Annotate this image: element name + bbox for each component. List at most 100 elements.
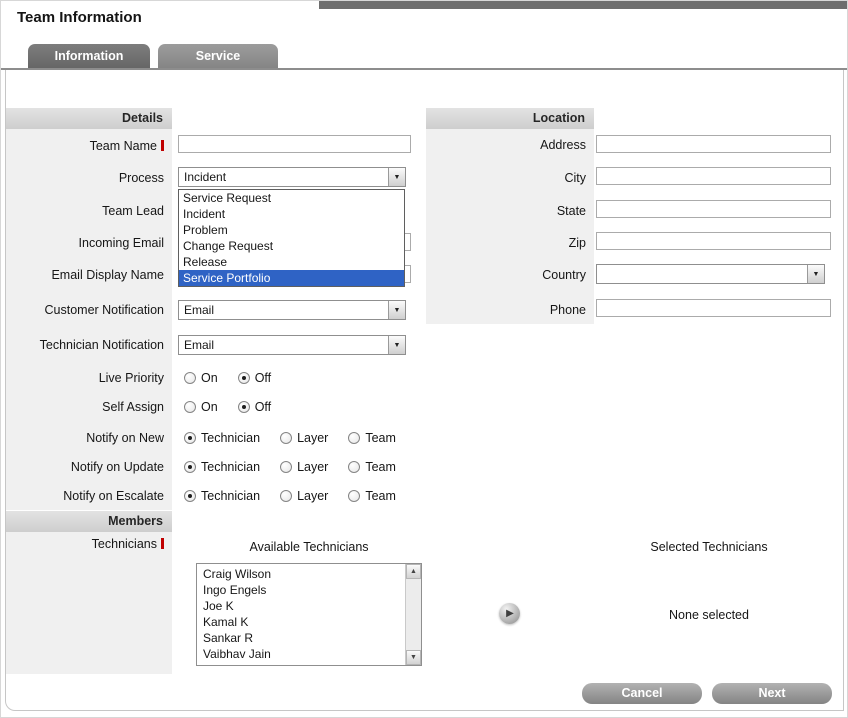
radio-checked-icon[interactable] — [238, 372, 250, 384]
process-option-change-request[interactable]: Change Request — [179, 238, 404, 254]
process-dropdown-list: Service Request Incident Problem Change … — [178, 189, 405, 287]
city-input[interactable] — [596, 167, 831, 185]
live-priority-on-option[interactable]: On — [184, 371, 218, 385]
country-dropdown-button[interactable]: ▼ — [807, 265, 824, 283]
required-marker-icon — [161, 140, 164, 151]
process-dropdown-button[interactable]: ▼ — [388, 168, 405, 186]
notify-new-team-option[interactable]: Team — [348, 431, 396, 445]
process-option-problem[interactable]: Problem — [179, 222, 404, 238]
available-technicians-listbox[interactable]: Craig Wilson Ingo Engels Joe K Kamal K S… — [196, 563, 422, 666]
notify-on-update-radiogroup: Technician Layer Team — [184, 459, 416, 474]
notify-on-new-label: Notify on New — [6, 431, 164, 446]
notify-escalate-team-option[interactable]: Team — [348, 489, 396, 503]
technician-list-item[interactable]: Craig Wilson — [197, 566, 404, 582]
technician-list-item[interactable]: Kamal K — [197, 614, 404, 630]
notify-escalate-technician-option[interactable]: Technician — [184, 489, 260, 503]
radio-unchecked-icon[interactable] — [184, 372, 196, 384]
radio-label: Off — [255, 371, 271, 385]
scroll-down-button[interactable]: ▼ — [406, 650, 421, 665]
process-option-service-request[interactable]: Service Request — [179, 190, 404, 206]
notify-new-layer-option[interactable]: Layer — [280, 431, 328, 445]
team-name-label-text: Team Name — [90, 139, 157, 153]
radio-checked-icon[interactable] — [184, 490, 196, 502]
next-button[interactable]: Next — [712, 683, 832, 704]
tab-service-label: Service — [196, 49, 240, 63]
tab-information-label: Information — [55, 49, 124, 63]
team-name-input[interactable] — [178, 135, 411, 153]
radio-checked-icon[interactable] — [238, 401, 250, 413]
technicians-label: Technicians — [6, 537, 164, 552]
radio-checked-icon[interactable] — [184, 461, 196, 473]
cancel-button[interactable]: Cancel — [582, 683, 702, 704]
phone-input[interactable] — [596, 299, 831, 317]
page-title: Team Information — [17, 9, 142, 26]
customer-notification-select[interactable]: Email ▼ — [178, 300, 406, 320]
process-select[interactable]: Incident ▼ — [178, 167, 406, 187]
technician-list-item[interactable]: Vaibhav Jain — [197, 646, 404, 662]
radio-unchecked-icon[interactable] — [348, 461, 360, 473]
technician-list-item[interactable]: Ingo Engels — [197, 582, 404, 598]
notify-update-team-option[interactable]: Team — [348, 460, 396, 474]
members-section-header: Members — [6, 511, 172, 532]
self-assign-off-option[interactable]: Off — [238, 400, 271, 414]
team-information-window: Team Information Information Service Det… — [0, 0, 848, 718]
notify-on-update-label: Notify on Update — [6, 460, 164, 475]
radio-unchecked-icon[interactable] — [348, 432, 360, 444]
radio-label: Layer — [297, 460, 328, 474]
self-assign-label: Self Assign — [6, 400, 164, 415]
process-option-release[interactable]: Release — [179, 254, 404, 270]
tab-information[interactable]: Information — [28, 44, 150, 68]
notify-update-layer-option[interactable]: Layer — [280, 460, 328, 474]
radio-unchecked-icon[interactable] — [280, 432, 292, 444]
move-to-selected-button[interactable]: ▶ — [499, 603, 520, 624]
tab-service[interactable]: Service — [158, 44, 278, 68]
zip-input[interactable] — [596, 232, 831, 250]
country-label: Country — [426, 268, 586, 283]
radio-unchecked-icon[interactable] — [184, 401, 196, 413]
location-section-header: Location — [426, 108, 594, 129]
radio-label: On — [201, 400, 218, 414]
zip-label: Zip — [426, 236, 586, 251]
technician-notification-select[interactable]: Email ▼ — [178, 335, 406, 355]
arrow-right-icon: ▶ — [506, 609, 514, 619]
members-label-column — [6, 532, 172, 674]
process-option-service-portfolio-highlighted[interactable]: Service Portfolio — [179, 270, 404, 286]
radio-label: Layer — [297, 489, 328, 503]
technician-list-item[interactable]: Sankar R — [197, 630, 404, 646]
radio-unchecked-icon[interactable] — [280, 461, 292, 473]
radio-label: Off — [255, 400, 271, 414]
available-technicians-header: Available Technicians — [196, 540, 422, 554]
self-assign-radiogroup: On Off — [184, 399, 291, 414]
radio-label: Technician — [201, 460, 260, 474]
radio-label: Team — [365, 489, 396, 503]
technician-notification-dropdown-button[interactable]: ▼ — [388, 336, 405, 354]
notify-update-technician-option[interactable]: Technician — [184, 460, 260, 474]
radio-checked-icon[interactable] — [184, 432, 196, 444]
required-marker-icon — [161, 538, 164, 549]
selected-technicians-empty-text: None selected — [599, 608, 819, 622]
self-assign-on-option[interactable]: On — [184, 400, 218, 414]
team-lead-label: Team Lead — [6, 204, 164, 219]
technician-notification-value: Email — [184, 338, 214, 352]
state-input[interactable] — [596, 200, 831, 218]
notify-escalate-layer-option[interactable]: Layer — [280, 489, 328, 503]
state-label: State — [426, 204, 586, 219]
customer-notification-dropdown-button[interactable]: ▼ — [388, 301, 405, 319]
radio-unchecked-icon[interactable] — [348, 490, 360, 502]
process-option-incident[interactable]: Incident — [179, 206, 404, 222]
radio-unchecked-icon[interactable] — [280, 490, 292, 502]
notify-on-escalate-label: Notify on Escalate — [6, 489, 164, 504]
details-label-column — [6, 129, 172, 510]
notify-new-technician-option[interactable]: Technician — [184, 431, 260, 445]
live-priority-off-option[interactable]: Off — [238, 371, 271, 385]
technician-list-item[interactable]: Joe K — [197, 598, 404, 614]
radio-label: Team — [365, 460, 396, 474]
country-select[interactable]: ▼ — [596, 264, 825, 284]
scroll-up-button[interactable]: ▲ — [406, 564, 421, 579]
team-name-label: Team Name — [6, 139, 164, 154]
address-input[interactable] — [596, 135, 831, 153]
incoming-email-label: Incoming Email — [6, 236, 164, 251]
chevron-down-icon: ▼ — [813, 271, 820, 278]
radio-label: Layer — [297, 431, 328, 445]
listbox-scrollbar[interactable]: ▲ ▼ — [405, 564, 421, 665]
